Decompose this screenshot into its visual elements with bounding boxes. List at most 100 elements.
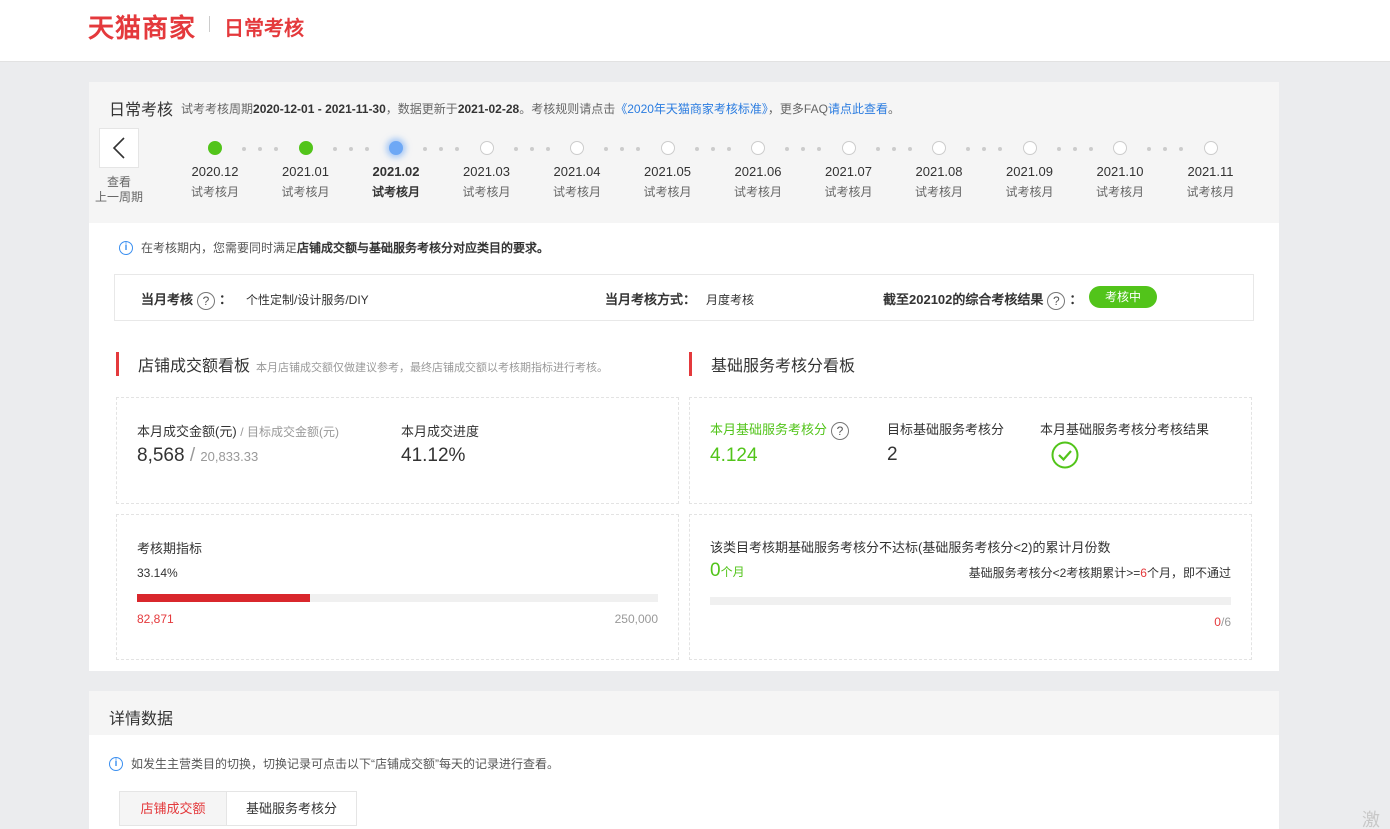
details-header: 详情数据: [89, 691, 1279, 735]
info-icon: i: [109, 756, 123, 771]
period-progress-fill: [137, 594, 310, 602]
service-section-marker: [689, 352, 692, 376]
timeline-month-2021-04[interactable]: 2021.04 试考核月: [532, 132, 622, 200]
timeline-month-2021-02[interactable]: 2021.02 试考核月: [351, 132, 441, 200]
brand-section-title: 日常考核: [224, 18, 304, 40]
timeline-month-label: 2021.09: [1006, 164, 1053, 179]
period-progress-bar: [137, 594, 658, 602]
service-fail-rule: 基础服务考核分<2考核期累计>=6个月，即不通过: [968, 566, 1231, 580]
timeline-status-dot: [208, 141, 222, 155]
period-current-value: 82,871: [137, 612, 174, 626]
timeline-type-label: 试考核月: [371, 185, 420, 199]
tab-store-sales[interactable]: 店铺成交额: [120, 792, 226, 825]
service-board-title: 基础服务考核分看板: [711, 358, 856, 375]
month-timeline: 2020.12 试考核月 2021.01 试考核月 2021.02 试考核月 2021.03…: [149, 132, 1269, 202]
sales-period-panel: 考核期指标 33.14% 82,871 250,000: [116, 514, 679, 660]
timeline-type-label: 试考核月: [281, 185, 330, 199]
timeline-type-label: 试考核月: [824, 185, 873, 199]
timeline-month-label: 2021.08: [915, 164, 963, 179]
brand-logo[interactable]: 天猫商家: [88, 8, 196, 45]
timeline-month-2021-01[interactable]: 2021.01 试考核月: [261, 132, 351, 200]
category-value: 个性定制/设计服务/DIY: [246, 293, 369, 307]
timeline-status-dot: [479, 141, 494, 155]
timeline-status-dot: [1022, 141, 1037, 155]
service-target-value: 2: [887, 444, 898, 465]
timeline-month-2021-08[interactable]: 2021.08 试考核月: [894, 132, 984, 200]
timeline-month-2021-03[interactable]: 2021.03 试考核月: [442, 132, 532, 200]
assessment-notice: i 在考核期内，您需要同时满足 店铺成交额与基础服务考核分对应类目的要求。: [119, 239, 549, 256]
help-icon[interactable]: ?: [1047, 291, 1066, 310]
service-fail-desc: 该类目考核期基础服务考核分不达标(基础服务考核分<2)的累计月份数: [710, 540, 1111, 555]
timeline-status-dot: [1203, 141, 1218, 155]
timeline-status-dot: [1113, 141, 1127, 155]
timeline-type-label: 试考核月: [733, 185, 782, 199]
brand-divider: [209, 16, 210, 32]
timeline-month-label: 2021.06: [734, 164, 782, 179]
tab-service-score[interactable]: 基础服务考核分: [226, 792, 356, 825]
result-label: 截至202102的综合考核结果?：: [883, 291, 1083, 310]
timeline-month-2020-12[interactable]: 2020.12 试考核月: [170, 132, 260, 200]
sales-board-title: 店铺成交额看板 本月店铺成交额仅做建议参考，最终店铺成交额以考核期指标进行考核。: [138, 358, 609, 375]
method-value: 月度考核: [706, 293, 755, 307]
timeline-month-label: 2021.01: [282, 164, 329, 179]
timeline-type-label: 试考核月: [914, 185, 963, 199]
assessment-header: 日常考核 试考考核周期2020-12-01 - 2021-11-30，数据更新于…: [89, 82, 1279, 223]
assessment-card: 日常考核 试考考核周期2020-12-01 - 2021-11-30，数据更新于…: [89, 82, 1279, 671]
sales-section-marker: [116, 352, 119, 376]
help-icon[interactable]: ?: [831, 421, 850, 440]
timeline-type-label: 试考核月: [643, 185, 692, 199]
page-title: 日常考核: [109, 102, 174, 119]
period-target-value: 250,000: [614, 612, 658, 626]
timeline-type-label: 试考核月: [1095, 185, 1144, 199]
timeline-month-label: 2021.05: [644, 164, 691, 179]
sales-progress-label: 本月成交进度: [401, 424, 480, 439]
sales-amount-value: 8,568 / 20,833.33: [137, 445, 259, 466]
timeline-type-label: 试考核月: [1005, 185, 1054, 199]
method-label: 当月考核方式：: [605, 292, 697, 307]
sales-amount-label: 本月成交金额(元) / 目标成交金额(元): [137, 424, 339, 439]
prev-cycle-button[interactable]: [99, 128, 139, 168]
timeline-month-label: 2021.07: [825, 164, 872, 179]
monthly-summary: 当月考核?： 个性定制/设计服务/DIY 当月考核方式： 月度考核 截至2021…: [114, 274, 1254, 321]
service-progress-bar: [710, 597, 1231, 605]
timeline-month-2021-10[interactable]: 2021.10 试考核月: [1075, 132, 1165, 200]
service-score-value: 4.124: [710, 445, 758, 466]
details-tabs: 店铺成交额 基础服务考核分: [119, 791, 357, 826]
cycle-info: 试考考核周期2020-12-01 - 2021-11-30，数据更新于2021-…: [181, 102, 900, 116]
timeline-status-dot: [841, 141, 856, 155]
service-month-panel: 本月基础服务考核分? 4.124 目标基础服务考核分 2 本月基础服务考核分考核…: [689, 397, 1252, 504]
service-ratio: 0/6: [1214, 615, 1231, 629]
activation-watermark: 激活: [1362, 810, 1380, 829]
status-badge: 考核中: [1089, 286, 1157, 308]
period-percent: 33.14%: [137, 566, 178, 580]
sales-month-panel: 本月成交金额(元) / 目标成交金额(元) 8,568 / 20,833.33 …: [116, 397, 679, 504]
timeline-month-2021-07[interactable]: 2021.07 试考核月: [804, 132, 894, 200]
details-title: 详情数据: [109, 711, 174, 728]
timeline-month-2021-09[interactable]: 2021.09 试考核月: [985, 132, 1075, 200]
prev-cycle-label[interactable]: 查看 上一周期: [91, 175, 147, 205]
timeline-month-label: 2020.12: [191, 164, 239, 179]
timeline-month-label: 2021.03: [463, 164, 510, 179]
timeline-month-label: 2021.10: [1096, 164, 1144, 179]
service-result-label: 本月基础服务考核分考核结果: [1040, 422, 1210, 437]
service-fail-count: 0个月: [710, 560, 745, 581]
timeline-month-2021-11[interactable]: 2021.11 试考核月: [1166, 132, 1256, 200]
details-notice: i 如发生主营类目的切换，切换记录可点击以下“店铺成交额”每天的记录进行查看。: [109, 755, 559, 772]
timeline-month-2021-05[interactable]: 2021.05 试考核月: [623, 132, 713, 200]
timeline-month-2021-06[interactable]: 2021.06 试考核月: [713, 132, 803, 200]
service-target-label: 目标基础服务考核分: [887, 422, 1005, 437]
check-circle-icon: [1051, 441, 1079, 469]
timeline-type-label: 试考核月: [1186, 185, 1235, 199]
rule-link[interactable]: 《2020年天猫商家考核标准》: [615, 102, 768, 116]
faq-link[interactable]: 请点此查看: [828, 102, 888, 116]
timeline-month-label: 2021.04: [553, 164, 601, 179]
timeline-status-dot: [932, 141, 946, 155]
timeline-type-label: 试考核月: [190, 185, 239, 199]
info-icon: i: [119, 240, 133, 255]
timeline-month-label: 2021.11: [1187, 164, 1234, 179]
timeline-month-label: 2021.02: [372, 164, 420, 179]
timeline-status-dot: [298, 141, 313, 155]
service-score-label: 本月基础服务考核分?: [710, 419, 853, 440]
help-icon[interactable]: ?: [197, 291, 216, 310]
details-card: 详情数据 i 如发生主营类目的切换，切换记录可点击以下“店铺成交额”每天的记录进…: [89, 691, 1279, 829]
